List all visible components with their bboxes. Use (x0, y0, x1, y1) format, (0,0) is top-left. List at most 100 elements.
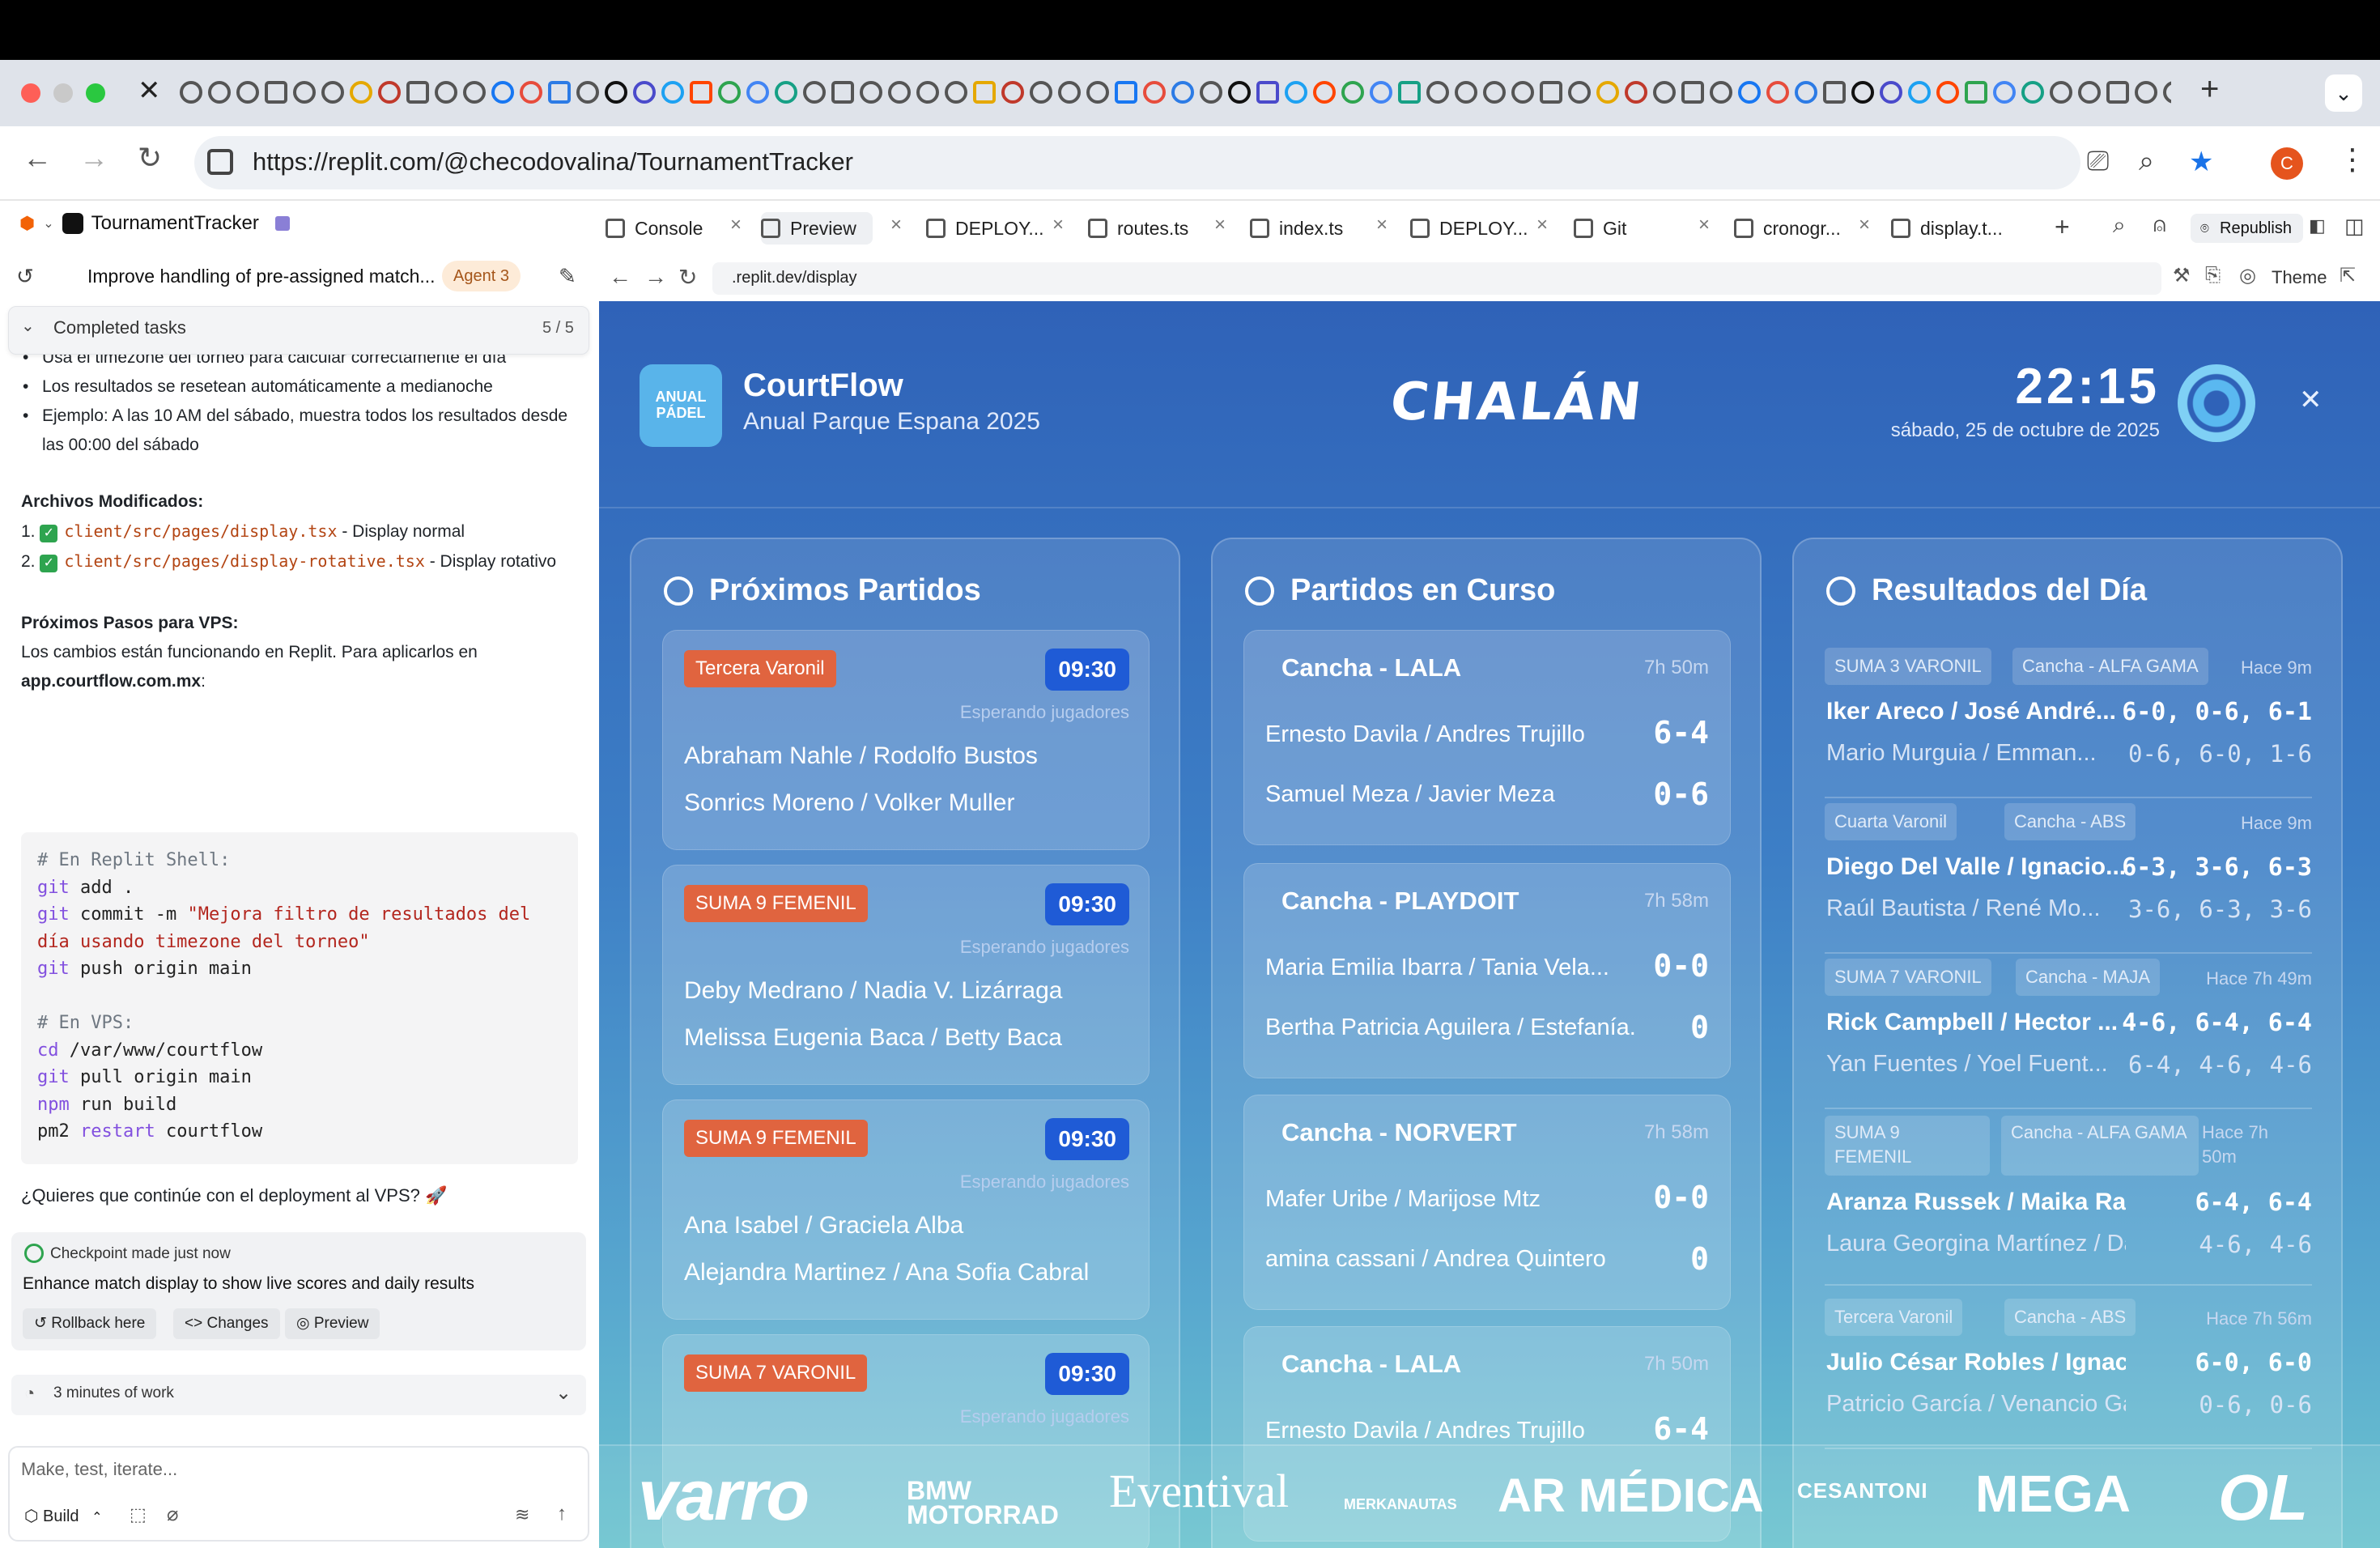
tab-favicon-icon[interactable] (1200, 81, 1222, 104)
tab-favicon-icon[interactable] (2106, 81, 2129, 104)
tab-favicon-icon[interactable] (236, 81, 259, 104)
tab-favicon-icon[interactable] (520, 81, 542, 104)
devices-icon[interactable]: ⎘ (2205, 264, 2221, 287)
tab-favicon-icon[interactable] (1823, 81, 1846, 104)
tab-favicon-icon[interactable] (406, 81, 429, 104)
tab-favicon-icon[interactable] (1171, 81, 1194, 104)
tab-favicon-icon[interactable] (888, 81, 911, 104)
close-icon[interactable]: ✕ (2299, 384, 2323, 416)
tab-favicon-icon[interactable] (1426, 81, 1449, 104)
tab-favicon-icon[interactable] (1256, 81, 1279, 104)
tab-favicon-icon[interactable] (2135, 81, 2157, 104)
live-match-card[interactable]: Cancha - LALA 7h 50m Ernesto Davila / Andr… (1243, 630, 1731, 845)
preview-back-icon[interactable]: ← (609, 264, 631, 290)
browser-menu-icon[interactable]: ⋮ (2338, 142, 2367, 176)
tab-favicon-icon[interactable] (1086, 81, 1109, 104)
tab-favicon-icon[interactable] (803, 81, 826, 104)
preview-button[interactable]: ◎ Preview (285, 1308, 380, 1339)
result-item[interactable]: Cuarta Varonil Cancha - ABS Hace 9m Diego D… (1825, 803, 2312, 954)
tab-favicon-icon[interactable] (1936, 81, 1959, 104)
back-icon[interactable]: ← (23, 141, 52, 175)
close-window-button[interactable] (21, 83, 40, 103)
upcoming-match-card[interactable]: Tercera Varonil 09:30 Esperando jugadores A… (662, 630, 1150, 850)
result-item[interactable]: SUMA 3 VARONIL Cancha - ALFA GAMA Hace 9m I… (1825, 648, 2312, 798)
tab-close-icon[interactable]: × (1536, 214, 1548, 236)
tab-close-icon[interactable]: × (1698, 214, 1710, 236)
layout-icon[interactable]: ◫ (2344, 214, 2365, 239)
theme-icon[interactable]: ◎ (2239, 264, 2256, 287)
search-icon[interactable]: ⌕ (2113, 212, 2126, 239)
tab-favicon-icon[interactable] (2050, 81, 2072, 104)
tab-favicon-icon[interactable] (1511, 81, 1534, 104)
tab-favicon-icon[interactable] (945, 81, 967, 104)
result-item[interactable]: SUMA 9 FEMENIL Cancha - ALFA GAMA Hace 7h … (1825, 1116, 2312, 1286)
tab-favicon-icon[interactable] (1766, 81, 1789, 104)
browser-tab-favicons[interactable] (180, 76, 2171, 108)
tab-favicon-icon[interactable] (1795, 81, 1817, 104)
tab-favicon-icon[interactable] (350, 81, 372, 104)
tab-favicon-icon[interactable] (661, 81, 684, 104)
tab-favicon-icon[interactable] (775, 81, 797, 104)
republish-button[interactable]: ⌾ Republish (2191, 214, 2303, 243)
tab-favicon-icon[interactable] (491, 81, 514, 104)
select-element-icon[interactable]: ⬚ (130, 1504, 147, 1525)
tab-close-icon[interactable]: × (1214, 214, 1226, 236)
tab-favicon-icon[interactable] (378, 81, 401, 104)
attach-icon[interactable]: ⌀ (167, 1503, 178, 1526)
tab-favicon-icon[interactable] (1030, 81, 1052, 104)
preview-reload-icon[interactable]: ↻ (678, 264, 697, 291)
bookmark-star-icon[interactable]: ★ (2189, 146, 2213, 178)
tab-favicon-icon[interactable] (1370, 81, 1392, 104)
result-item[interactable]: SUMA 7 VARONIL Cancha - MAJA Hace 7h 49m Ri… (1825, 959, 2312, 1109)
tab-close-icon[interactable]: ✕ (138, 74, 161, 107)
tab-favicon-icon[interactable] (576, 81, 599, 104)
tab-favicon-icon[interactable] (633, 81, 656, 104)
upcoming-match-card[interactable]: SUMA 9 FEMENIL 09:30 Esperando jugadores An… (662, 1099, 1150, 1320)
tab-favicon-icon[interactable] (2078, 81, 2101, 104)
tab-favicon-icon[interactable] (1313, 81, 1336, 104)
rollback-button[interactable]: ↺ Rollback here (23, 1308, 157, 1339)
tab-favicon-icon[interactable] (208, 81, 231, 104)
build-mode-selector[interactable]: ⬡ Build ⌃ (24, 1506, 102, 1526)
tab-favicon-icon[interactable] (1115, 81, 1137, 104)
workspace-tab[interactable]: Git (1574, 212, 1626, 245)
tab-favicon-icon[interactable] (1455, 81, 1477, 104)
tab-close-icon[interactable]: × (1376, 214, 1388, 236)
tab-favicon-icon[interactable] (605, 81, 627, 104)
tab-favicon-icon[interactable] (718, 81, 741, 104)
zoom-icon[interactable]: ⌕ (2139, 146, 2154, 177)
tab-favicon-icon[interactable] (1398, 81, 1421, 104)
tab-favicon-icon[interactable] (1285, 81, 1307, 104)
tab-favicon-icon[interactable] (1993, 81, 2016, 104)
send-icon[interactable]: ↑ (557, 1503, 567, 1525)
tab-favicon-icon[interactable] (1483, 81, 1506, 104)
tab-favicon-icon[interactable] (2163, 81, 2171, 104)
workspace-tab[interactable]: Preview (761, 212, 873, 245)
tab-favicon-icon[interactable] (1568, 81, 1591, 104)
tab-close-icon[interactable]: × (1052, 214, 1064, 236)
project-header[interactable]: ⬢ ⌄ TournamentTracker (19, 212, 290, 235)
tab-favicon-icon[interactable] (1540, 81, 1562, 104)
tab-favicon-icon[interactable] (1058, 81, 1081, 104)
tab-favicon-icon[interactable] (1851, 81, 1874, 104)
devtools-icon[interactable]: ⚒ (2173, 264, 2191, 287)
tab-favicon-icon[interactable] (463, 81, 486, 104)
tab-favicon-icon[interactable] (1228, 81, 1251, 104)
tab-favicon-icon[interactable] (265, 81, 287, 104)
workspace-tab[interactable]: DEPLOY... (1410, 212, 1528, 245)
tab-favicon-icon[interactable] (1001, 81, 1024, 104)
preview-url-bar[interactable] (712, 262, 2161, 295)
site-settings-icon[interactable] (207, 149, 233, 175)
maximize-window-button[interactable] (86, 83, 105, 103)
invite-icon[interactable]: ⍝ (2153, 212, 2166, 238)
live-match-card[interactable]: Cancha - NORVERT 7h 58m Mafer Uribe / Mari… (1243, 1095, 1731, 1310)
tab-favicon-icon[interactable] (1710, 81, 1732, 104)
reload-icon[interactable]: ↻ (138, 141, 162, 175)
tab-favicon-icon[interactable] (293, 81, 316, 104)
history-icon[interactable]: ↺ (16, 264, 34, 289)
tab-close-icon[interactable]: × (890, 214, 902, 236)
deployments-icon[interactable]: ◧ (2309, 215, 2326, 236)
tab-favicon-icon[interactable] (1341, 81, 1364, 104)
upcoming-match-card[interactable]: SUMA 9 FEMENIL 09:30 Esperando jugadores De… (662, 865, 1150, 1085)
tab-favicon-icon[interactable] (1965, 81, 1987, 104)
